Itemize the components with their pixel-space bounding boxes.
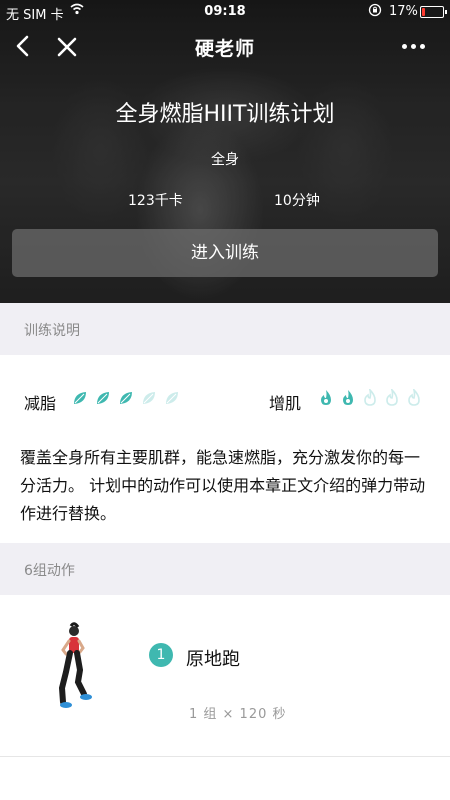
plan-description: 覆盖全身所有主要肌群，能急速燃脂，充分激发你的每一分活力。 计划中的动作可以使用…: [20, 448, 426, 523]
status-time: 09:18: [204, 4, 246, 19]
leaf-icon: [118, 390, 134, 410]
battery-percent: 17%: [389, 4, 418, 19]
muscle-gain-label: 增肌: [269, 394, 302, 413]
leaf-icon: [141, 390, 157, 410]
flame-icon: [384, 387, 400, 411]
exercise-item[interactable]: 1 原地跑 1 组 × 120 秒: [0, 596, 450, 757]
status-bar: 无 SIM 卡 09:18 17%: [0, 0, 450, 24]
flame-icon: [318, 389, 334, 411]
plan-title: 全身燃脂HIIT训练计划: [115, 102, 335, 127]
actions-section-title: 6组动作: [24, 563, 75, 579]
leaf-icon: [164, 390, 180, 410]
plan-duration: 10分钟: [274, 193, 320, 209]
description-section-header: 训练说明: [0, 303, 450, 355]
exercise-name: 原地跑: [186, 649, 240, 670]
fat-loss-label: 减脂: [24, 394, 57, 413]
page-title: 硬老师: [194, 38, 255, 60]
more-dots-icon[interactable]: [402, 34, 432, 58]
start-training-button[interactable]: 进入训练: [12, 229, 438, 277]
flame-icon: [406, 387, 422, 411]
leaf-icon: [72, 390, 88, 410]
exercise-number-badge: 1: [149, 643, 173, 667]
orientation-lock-icon: [368, 3, 382, 21]
battery-fill: [422, 8, 425, 16]
exercise-figure-image: [54, 622, 98, 722]
actions-section-header: 6组动作: [0, 543, 450, 595]
flame-icon: [362, 387, 378, 411]
flame-icon: [340, 389, 356, 411]
exercise-detail: 1 组 × 120 秒: [189, 707, 287, 722]
plan-body-area: 全身: [211, 152, 239, 168]
description-section-title: 训练说明: [24, 323, 80, 339]
plan-calories: 123千卡: [128, 193, 183, 209]
navbar: 硬老师: [0, 24, 450, 70]
battery-icon: [420, 6, 447, 18]
leaf-icon: [95, 390, 111, 410]
